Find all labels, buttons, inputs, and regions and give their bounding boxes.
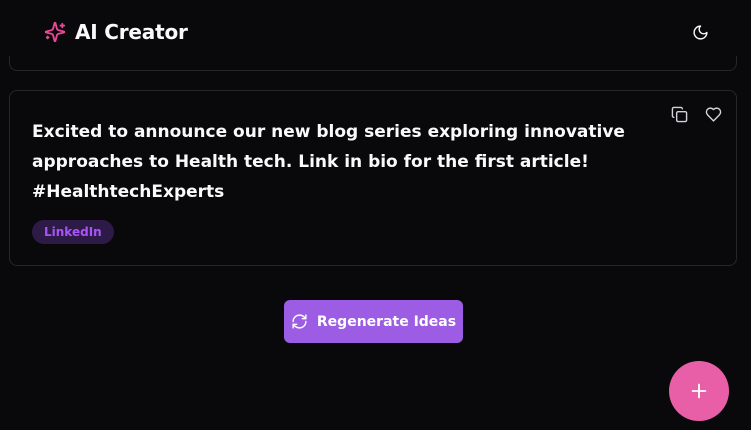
moon-icon — [692, 24, 709, 41]
create-fab-button[interactable] — [669, 361, 729, 421]
card-actions — [670, 105, 722, 123]
copy-button[interactable] — [670, 105, 688, 123]
regenerate-label: Regenerate Ideas — [316, 313, 457, 330]
plus-icon — [688, 380, 710, 402]
refresh-icon — [291, 313, 308, 330]
idea-card: Excited to announce our new blog series … — [9, 90, 737, 266]
theme-toggle-button[interactable] — [684, 16, 716, 48]
regenerate-ideas-button[interactable]: Regenerate Ideas — [284, 300, 463, 343]
brand: AI Creator — [44, 20, 188, 44]
sparkles-icon — [44, 21, 66, 43]
app-header: AI Creator — [0, 0, 751, 64]
copy-icon — [671, 106, 688, 123]
favorite-button[interactable] — [704, 105, 722, 123]
previous-idea-card — [9, 56, 737, 71]
heart-icon — [705, 106, 722, 123]
idea-text: Excited to announce our new blog series … — [32, 122, 625, 202]
platform-badge: LinkedIn — [32, 220, 114, 244]
app-title: AI Creator — [75, 20, 188, 44]
